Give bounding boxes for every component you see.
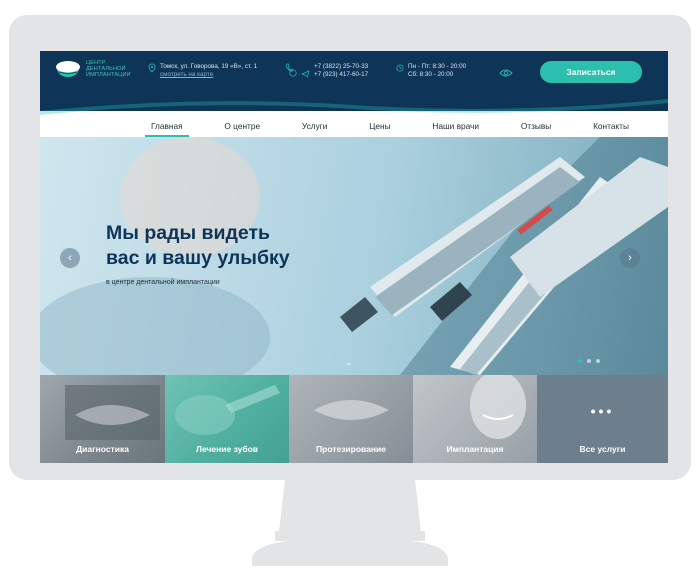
nav-item-contacts[interactable]: Контакты [587, 119, 635, 137]
telegram-icon [301, 70, 310, 78]
slider-next-button[interactable]: › [620, 248, 640, 268]
clock-icon [396, 64, 404, 72]
nav-item-prices[interactable]: Цены [363, 119, 396, 137]
nav-item-home[interactable]: Главная [145, 119, 189, 137]
service-card-prosthetics[interactable]: Протезирование [289, 375, 413, 463]
service-label: Все услуги [579, 444, 626, 454]
service-card-all[interactable]: ••• Все услуги [537, 375, 668, 463]
website-screen: ЦЕНТР ДЕНТАЛЬНОЙ ИМПЛАНТАЦИИ Томск, ул. … [40, 51, 668, 463]
service-card-treatment[interactable]: Лечение зубов [165, 375, 289, 463]
service-card-diagnostics[interactable]: Диагностика [40, 375, 165, 463]
nav-item-doctors[interactable]: Наши врачи [426, 119, 485, 137]
whatsapp-icon [289, 69, 297, 77]
book-appointment-button[interactable]: Записаться [540, 61, 642, 83]
dots-icon: ••• [590, 403, 615, 419]
location-pin-icon [148, 63, 156, 73]
logo-text: ЦЕНТР ДЕНТАЛЬНОЙ ИМПЛАНТАЦИИ [86, 60, 131, 78]
service-label: Диагностика [76, 444, 129, 454]
service-label: Имплантация [446, 444, 504, 454]
hero-subtitle: в центре дентальной имплантации [106, 279, 220, 286]
phone-1[interactable]: +7 (3822) 25-70-33 [314, 63, 368, 71]
slider-dot[interactable] [596, 359, 600, 363]
logo[interactable]: ЦЕНТР ДЕНТАЛЬНОЙ ИМПЛАНТАЦИИ [54, 60, 141, 78]
hours-weekday: Пн - Пт: 8:30 - 20:00 [408, 63, 467, 70]
slider-dots [578, 359, 600, 363]
phone-2[interactable]: +7 (923) 417-60-17 [314, 71, 368, 79]
map-link[interactable]: смотреть на карте [160, 71, 257, 79]
slider-prev-button[interactable]: ‹ [60, 248, 80, 268]
eye-icon[interactable] [499, 68, 513, 78]
hero-title: Мы рады видеть вас и вашу улыбку [106, 221, 290, 271]
services-strip: Диагностика Лечение зубов Протезирование… [40, 375, 668, 463]
phones-block: +7 (3822) 25-70-33 +7 (923) 417-60-17 [285, 63, 368, 79]
address-text: Томск, ул. Говорова, 19 «В», ст. 1 [160, 63, 258, 70]
slider-dot[interactable] [587, 359, 591, 363]
chevron-down-icon[interactable]: ⌄ [345, 357, 353, 368]
hero-title-line-1: Мы рады видеть [106, 222, 270, 244]
service-card-implantation[interactable]: Имплантация [413, 375, 537, 463]
main-nav: Главная О центре Услуги Цены Наши врачи … [145, 119, 635, 137]
hours-block: Пн - Пт: 8:30 - 20:00 Сб: 8:30 - 20:00 [396, 63, 466, 79]
service-label: Лечение зубов [196, 444, 258, 454]
nav-item-services[interactable]: Услуги [296, 119, 334, 137]
nav-item-about[interactable]: О центре [218, 119, 266, 137]
hero-slider: Мы рады видеть вас и вашу улыбку в центр… [40, 137, 668, 375]
hero-title-line-2: вас и вашу улыбку [106, 247, 290, 269]
header-wave [40, 91, 668, 115]
tooth-logo-icon [56, 61, 80, 77]
slider-dot[interactable] [578, 359, 582, 363]
address-block: Томск, ул. Говорова, 19 «В», ст. 1 смотр… [148, 63, 257, 79]
nav-item-reviews[interactable]: Отзывы [515, 119, 557, 137]
hours-saturday: Сб: 8:30 - 20:00 [408, 71, 454, 78]
service-label: Протезирование [316, 444, 386, 454]
